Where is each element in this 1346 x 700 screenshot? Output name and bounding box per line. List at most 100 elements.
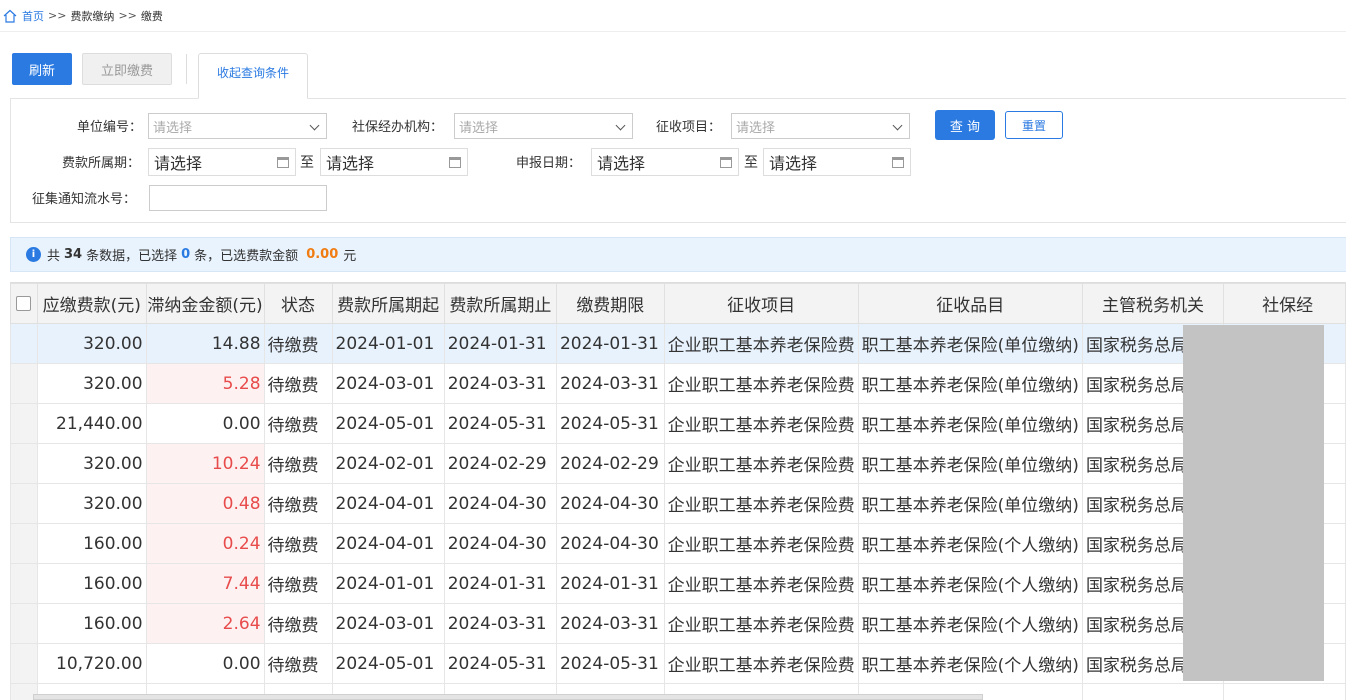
calendar-icon[interactable] (449, 157, 461, 168)
column-header[interactable]: 征收项目 (663, 283, 859, 324)
cell-sub: 职工基本养老保险(个人缴纳) (857, 643, 1083, 684)
cell-status: 待缴费 (263, 563, 333, 604)
cell-end: 2024-05-31 (443, 403, 557, 444)
search-button[interactable]: 查 询 (935, 110, 995, 140)
cell-late: 5.28 (145, 363, 265, 404)
cell-item: 企业职工基本养老保险费 (663, 323, 859, 364)
row-checkbox-cell[interactable] (10, 523, 38, 564)
summary-selected-amount: 0.00 (306, 247, 339, 262)
breadcrumb-current: 缴费 (140, 9, 163, 23)
pay-now-button[interactable]: 立即缴费 (82, 53, 172, 85)
cell-item: 企业职工基本养老保险费 (663, 483, 859, 524)
cell-late: 0.00 (145, 643, 265, 684)
cell-deadline: 2024-01-31 (555, 323, 665, 364)
table-row[interactable]: 160.00 7.44 待缴费 2024-01-01 2024-01-31 2024-01… (10, 563, 1346, 604)
row-checkbox-cell[interactable] (10, 603, 38, 644)
notice-no-input[interactable] (149, 185, 327, 211)
cell-item: 企业职工基本养老保险费 (663, 363, 859, 404)
item-placeholder: 请选择 (736, 120, 776, 136)
column-header[interactable]: 费款所属期起 (331, 283, 445, 324)
period-from-date[interactable]: 请选择 (148, 148, 296, 176)
notice-no-label: 征集通知流水号： (32, 192, 137, 207)
row-checkbox-cell[interactable] (10, 483, 38, 524)
breadcrumb: 首页 >> 费款缴纳 >> 缴费 (0, 0, 1346, 32)
column-header[interactable]: 主管税务机关 (1081, 283, 1225, 324)
cell-deadline: 2024-03-31 (555, 603, 665, 644)
report-to-placeholder: 请选择 (769, 154, 818, 173)
cell-tax (1081, 683, 1225, 700)
column-header[interactable]: 缴费期限 (555, 283, 665, 324)
cell-late: 0.00 (145, 403, 265, 444)
cell-amount: 160.00 (36, 603, 147, 644)
cell-late: 0.48 (145, 483, 265, 524)
table-row[interactable]: 10,720.00 0.00 待缴费 2024-05-01 2024-05-31 2024… (10, 643, 1346, 684)
cell-end: 2024-04-30 (443, 483, 557, 524)
table-row[interactable]: 320.00 14.88 待缴费 2024-01-01 2024-01-31 2024-0… (10, 323, 1346, 364)
report-date-label: 申报日期： (516, 156, 582, 171)
cell-sub: 职工基本养老保险(单位缴纳) (857, 363, 1083, 404)
table-row[interactable]: 320.00 5.28 待缴费 2024-03-01 2024-03-31 2024-03… (10, 363, 1346, 404)
cell-deadline: 2024-02-29 (555, 443, 665, 484)
row-checkbox-cell[interactable] (10, 363, 38, 404)
table-row[interactable]: 21,440.00 0.00 待缴费 2024-05-01 2024-05-31 2024… (10, 403, 1346, 444)
cell-item: 企业职工基本养老保险费 (663, 523, 859, 564)
cell-late: 7.44 (145, 563, 265, 604)
unit-no-select[interactable]: 请选择 (148, 113, 327, 139)
report-from-date[interactable]: 请选择 (591, 148, 739, 176)
cell-deadline: 2024-05-31 (555, 403, 665, 444)
cell-sub: 职工基本养老保险(单位缴纳) (857, 403, 1083, 444)
item-label: 征收项目： (656, 120, 722, 135)
table-header-row: 应缴费款(元) 滞纳金金额(元) 状态 费款所属期起 费款所属期止 缴费期限 征… (10, 283, 1346, 324)
cell-status: 待缴费 (263, 483, 333, 524)
cell-status: 待缴费 (263, 323, 333, 364)
select-all-checkbox[interactable] (16, 296, 32, 311)
cell-late: 10.24 (145, 443, 265, 484)
table-row[interactable]: 320.00 0.48 待缴费 2024-04-01 2024-04-30 2024-04… (10, 483, 1346, 524)
agency-select[interactable]: 请选择 (454, 113, 633, 139)
table-row[interactable]: 160.00 2.64 待缴费 2024-03-01 2024-03-31 2024-03… (10, 603, 1346, 644)
row-checkbox-cell[interactable] (10, 323, 38, 364)
cell-start: 2024-03-01 (331, 603, 445, 644)
column-header[interactable]: 应缴费款(元) (36, 283, 147, 324)
column-header[interactable]: 状态 (263, 283, 333, 324)
home-icon[interactable] (2, 8, 18, 24)
calendar-icon[interactable] (720, 157, 732, 168)
row-checkbox-cell[interactable] (10, 443, 38, 484)
tab-collapse-query[interactable]: 收起查询条件 (198, 53, 308, 99)
toolbar-divider (186, 54, 187, 84)
cell-deadline: 2024-05-31 (555, 643, 665, 684)
item-select[interactable]: 请选择 (731, 113, 910, 139)
column-header[interactable]: 社保经 (1223, 283, 1346, 324)
refresh-button[interactable]: 刷新 (12, 53, 72, 85)
cell-item: 企业职工基本养老保险费 (663, 643, 859, 684)
cell-amount: 21,440.00 (36, 403, 147, 444)
summary-text: 条，已选费款金额 (194, 249, 299, 264)
unit-no-placeholder: 请选择 (153, 120, 193, 136)
horizontal-scrollbar[interactable] (33, 694, 983, 700)
calendar-icon[interactable] (892, 157, 904, 168)
summary-prefix: 共 (47, 249, 61, 264)
column-header[interactable]: 征收品目 (857, 283, 1083, 324)
report-to-date[interactable]: 请选择 (763, 148, 911, 176)
column-header[interactable]: 费款所属期止 (443, 283, 557, 324)
calendar-icon[interactable] (277, 157, 289, 168)
period-to-date[interactable]: 请选择 (320, 148, 468, 176)
period-to-separator: 至 (300, 155, 314, 171)
row-checkbox-cell[interactable] (10, 403, 38, 444)
period-label: 费款所属期： (62, 156, 141, 171)
chevron-down-icon (615, 120, 626, 131)
table-row[interactable]: 320.00 10.24 待缴费 2024-02-01 2024-02-29 2024-0… (10, 443, 1346, 484)
cell-item: 企业职工基本养老保险费 (663, 403, 859, 444)
row-checkbox-cell[interactable] (10, 643, 38, 684)
unit-no-label: 单位编号： (77, 120, 143, 135)
cell-status: 待缴费 (263, 603, 333, 644)
column-header[interactable]: 滞纳金金额(元) (145, 283, 265, 324)
cell-late: 14.88 (145, 323, 265, 364)
toolbar: 刷新 立即缴费 (12, 53, 187, 85)
breadcrumb-home-link[interactable]: 首页 (22, 8, 44, 24)
agency-placeholder: 请选择 (459, 120, 499, 136)
row-checkbox-cell[interactable] (10, 563, 38, 604)
reset-button[interactable]: 重置 (1005, 111, 1063, 139)
breadcrumb-level1: 费款缴纳 (70, 9, 115, 23)
table-row[interactable]: 160.00 0.24 待缴费 2024-04-01 2024-04-30 2024-04… (10, 523, 1346, 564)
